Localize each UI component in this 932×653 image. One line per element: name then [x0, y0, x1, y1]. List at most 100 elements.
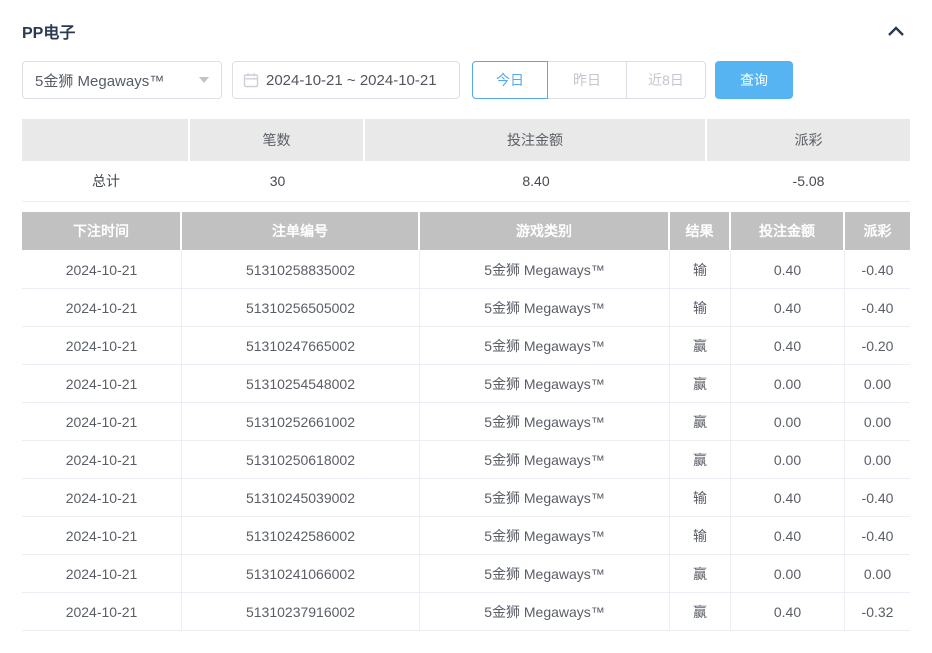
- table-row: 2024-10-21 51310245039002 5金狮 Megaways™ …: [22, 479, 910, 517]
- cell-result: 输: [670, 517, 731, 555]
- table-row: 2024-10-21 51310258835002 5金狮 Megaways™ …: [22, 251, 910, 289]
- chevron-up-icon: [886, 24, 906, 38]
- table-row: 2024-10-21 51310241066002 5金狮 Megaways™ …: [22, 555, 910, 593]
- cell-game: 5金狮 Megaways™: [420, 517, 670, 555]
- cell-bet: 0.40: [731, 593, 845, 631]
- page-title: PP电子: [22, 19, 75, 43]
- cell-time: 2024-10-21: [22, 555, 182, 593]
- cell-time: 2024-10-21: [22, 251, 182, 289]
- summary-total-row: 总计 30 8.40 -5.08: [22, 161, 910, 202]
- summary-header-row: 笔数 投注金额 派彩: [22, 119, 910, 161]
- game-select[interactable]: 5金狮 Megaways™: [22, 61, 222, 99]
- quick-date-button-group: 今日 昨日 近8日: [472, 61, 706, 99]
- cell-payout: -0.40: [845, 517, 910, 555]
- cell-game: 5金狮 Megaways™: [420, 441, 670, 479]
- cell-time: 2024-10-21: [22, 593, 182, 631]
- cell-result: 输: [670, 479, 731, 517]
- col-header-result: 结果: [670, 212, 731, 251]
- col-header-bet: 投注金额: [731, 212, 845, 251]
- cell-payout: -0.20: [845, 327, 910, 365]
- cell-payout: -0.40: [845, 479, 910, 517]
- collapse-button[interactable]: [882, 24, 910, 38]
- cell-time: 2024-10-21: [22, 365, 182, 403]
- cell-game: 5金狮 Megaways™: [420, 365, 670, 403]
- cell-bet: 0.00: [731, 403, 845, 441]
- cell-payout: 0.00: [845, 441, 910, 479]
- query-button[interactable]: 查询: [715, 61, 793, 99]
- cell-result: 赢: [670, 593, 731, 631]
- cell-game: 5金狮 Megaways™: [420, 403, 670, 441]
- col-header-order-id: 注单编号: [182, 212, 420, 251]
- col-header-payout: 派彩: [845, 212, 910, 251]
- filter-row: 5金狮 Megaways™ 2024-10-21 ~ 2024-10-21 今日…: [22, 61, 910, 99]
- date-range-input[interactable]: 2024-10-21 ~ 2024-10-21: [232, 61, 460, 99]
- cell-game: 5金狮 Megaways™: [420, 251, 670, 289]
- cell-bet: 0.40: [731, 479, 845, 517]
- cell-order-id: 51310252661002: [182, 403, 420, 441]
- cell-game: 5金狮 Megaways™: [420, 555, 670, 593]
- cell-order-id: 51310245039002: [182, 479, 420, 517]
- summary-count-value: 30: [190, 161, 365, 202]
- cell-payout: -0.40: [845, 289, 910, 327]
- cell-result: 赢: [670, 441, 731, 479]
- quick-button-last8days[interactable]: 近8日: [626, 61, 706, 99]
- caret-down-icon: [199, 77, 209, 83]
- table-row: 2024-10-21 51310247665002 5金狮 Megaways™ …: [22, 327, 910, 365]
- cell-time: 2024-10-21: [22, 441, 182, 479]
- cell-payout: -0.40: [845, 251, 910, 289]
- cell-payout: 0.00: [845, 365, 910, 403]
- cell-time: 2024-10-21: [22, 403, 182, 441]
- panel-header: PP电子: [22, 22, 910, 40]
- col-header-time: 下注时间: [22, 212, 182, 251]
- summary-header-bet-amount: 投注金额: [365, 119, 707, 161]
- summary-header-payout: 派彩: [707, 119, 910, 161]
- quick-button-yesterday[interactable]: 昨日: [547, 61, 627, 99]
- bet-table-body: 2024-10-21 51310258835002 5金狮 Megaways™ …: [22, 251, 910, 631]
- bet-table: 下注时间 注单编号 游戏类别 结果 投注金额 派彩 2024-10-21 513…: [22, 212, 910, 631]
- summary-table: 笔数 投注金额 派彩 总计 30 8.40 -5.08: [22, 119, 910, 202]
- cell-order-id: 51310242586002: [182, 517, 420, 555]
- table-row: 2024-10-21 51310252661002 5金狮 Megaways™ …: [22, 403, 910, 441]
- col-header-game: 游戏类别: [420, 212, 670, 251]
- cell-order-id: 51310247665002: [182, 327, 420, 365]
- cell-game: 5金狮 Megaways™: [420, 593, 670, 631]
- quick-button-today[interactable]: 今日: [472, 61, 548, 99]
- cell-game: 5金狮 Megaways™: [420, 479, 670, 517]
- cell-result: 赢: [670, 403, 731, 441]
- cell-game: 5金狮 Megaways™: [420, 289, 670, 327]
- calendar-icon: [243, 72, 259, 88]
- cell-game: 5金狮 Megaways™: [420, 327, 670, 365]
- table-row: 2024-10-21 51310256505002 5金狮 Megaways™ …: [22, 289, 910, 327]
- cell-order-id: 51310237916002: [182, 593, 420, 631]
- summary-header-count: 笔数: [190, 119, 365, 161]
- summary-header-empty: [22, 119, 190, 161]
- cell-bet: 0.00: [731, 555, 845, 593]
- bet-table-header-row: 下注时间 注单编号 游戏类别 结果 投注金额 派彩: [22, 212, 910, 251]
- cell-time: 2024-10-21: [22, 479, 182, 517]
- cell-order-id: 51310254548002: [182, 365, 420, 403]
- cell-bet: 0.40: [731, 517, 845, 555]
- cell-bet: 0.40: [731, 289, 845, 327]
- cell-time: 2024-10-21: [22, 289, 182, 327]
- cell-order-id: 51310256505002: [182, 289, 420, 327]
- cell-bet: 0.40: [731, 327, 845, 365]
- cell-bet: 0.40: [731, 251, 845, 289]
- date-range-value: 2024-10-21 ~ 2024-10-21: [266, 72, 437, 89]
- cell-bet: 0.00: [731, 365, 845, 403]
- summary-payout-value: -5.08: [707, 161, 910, 202]
- cell-result: 赢: [670, 555, 731, 593]
- cell-result: 赢: [670, 327, 731, 365]
- table-row: 2024-10-21 51310254548002 5金狮 Megaways™ …: [22, 365, 910, 403]
- summary-total-label: 总计: [22, 161, 190, 202]
- pp-electronic-panel: PP电子 5金狮 Megaways™ 2024-10-21 ~ 2024-10-…: [0, 0, 932, 653]
- cell-result: 赢: [670, 365, 731, 403]
- summary-bet-amount-value: 8.40: [365, 161, 707, 202]
- cell-payout: 0.00: [845, 403, 910, 441]
- cell-time: 2024-10-21: [22, 327, 182, 365]
- table-row: 2024-10-21 51310250618002 5金狮 Megaways™ …: [22, 441, 910, 479]
- game-select-value: 5金狮 Megaways™: [35, 70, 193, 91]
- cell-payout: -0.32: [845, 593, 910, 631]
- cell-order-id: 51310250618002: [182, 441, 420, 479]
- cell-result: 输: [670, 289, 731, 327]
- cell-result: 输: [670, 251, 731, 289]
